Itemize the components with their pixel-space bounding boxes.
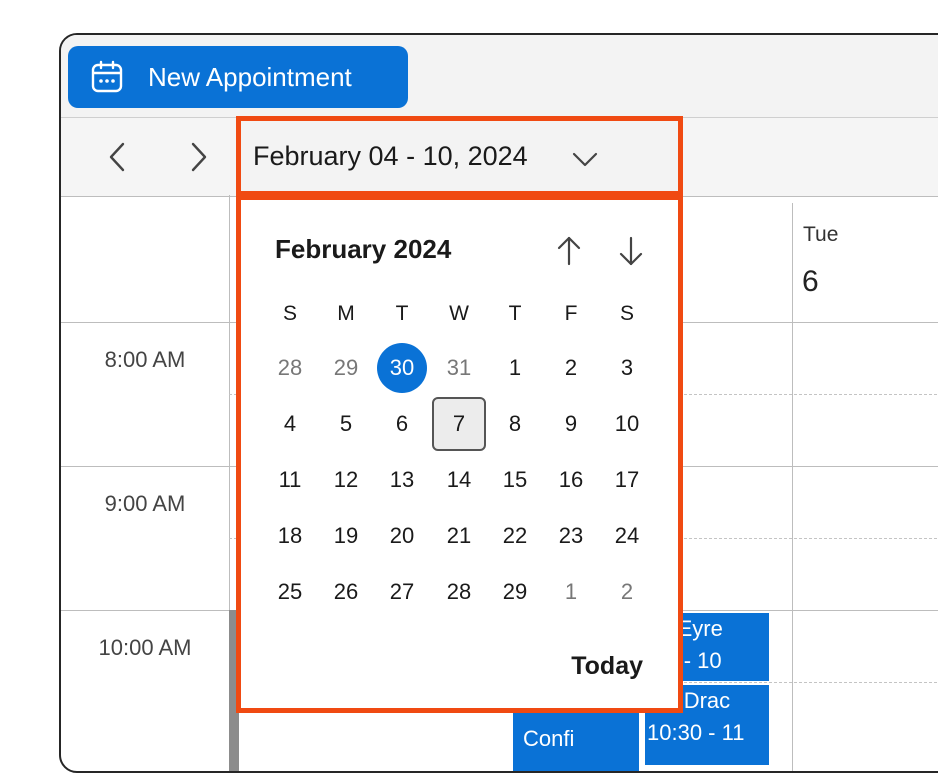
appointment-title: Confi <box>523 726 575 751</box>
calendar-icon <box>91 60 123 93</box>
calendar-day[interactable]: 29 <box>321 343 371 393</box>
calendar-day[interactable]: 19 <box>321 511 371 561</box>
scheduler-toolbar: New Appointment <box>61 35 938 117</box>
calendar-day[interactable]: 1 <box>490 343 540 393</box>
chevron-down-icon <box>572 152 598 167</box>
new-appointment-label: New Appointment <box>148 62 352 92</box>
calendar-day[interactable]: 12 <box>321 455 371 505</box>
calendar-day[interactable]: 24 <box>602 511 652 561</box>
calendar-day[interactable]: 13 <box>377 455 427 505</box>
weekday-label: S <box>282 302 297 325</box>
calendar-day[interactable]: 1 <box>546 567 596 617</box>
calendar-day-focused[interactable]: 7 <box>432 397 486 451</box>
calendar-day[interactable]: 25 <box>265 567 315 617</box>
appointment-time: 10:30 - 11 <box>647 720 745 745</box>
calendar-day[interactable]: 17 <box>602 455 652 505</box>
date-range-picker[interactable]: February 04 - 10, 2024 <box>236 116 683 196</box>
new-appointment-button[interactable]: New Appointment <box>68 46 408 108</box>
weekday-label: S <box>619 302 634 325</box>
calendar-day[interactable]: 31 <box>434 343 484 393</box>
day-header-number: 6 <box>802 265 819 298</box>
weekday-label: F <box>564 302 578 325</box>
calendar-day[interactable]: 6 <box>377 399 427 449</box>
calendar-month-title[interactable]: February 2024 <box>275 234 451 265</box>
appointment-card[interactable]: Confi <box>513 713 641 771</box>
calendar-day[interactable]: 26 <box>321 567 371 617</box>
time-slot-label: 9:00 AM <box>104 491 186 516</box>
weekday-label: T <box>508 302 522 325</box>
calendar-day[interactable]: 14 <box>434 455 484 505</box>
today-button[interactable]: Today <box>571 652 643 681</box>
chevron-left-icon[interactable] <box>103 138 133 176</box>
calendar-day[interactable]: 28 <box>265 343 315 393</box>
calendar-day[interactable]: 8 <box>490 399 540 449</box>
weekday-label: T <box>395 302 409 325</box>
calendar-day[interactable]: 4 <box>265 399 315 449</box>
day-column-divider <box>792 203 793 771</box>
date-range-label: February 04 - 10, 2024 <box>253 141 528 171</box>
weekday-label: W <box>449 302 469 325</box>
calendar-day[interactable]: 10 <box>602 399 652 449</box>
calendar-day[interactable]: 23 <box>546 511 596 561</box>
arrow-up-icon[interactable] <box>554 234 584 268</box>
calendar-day[interactable]: 28 <box>434 567 484 617</box>
calendar-day[interactable]: 2 <box>602 567 652 617</box>
calendar-day[interactable]: 15 <box>490 455 540 505</box>
calendar-day[interactable]: 2 <box>546 343 596 393</box>
calendar-day[interactable]: 22 <box>490 511 540 561</box>
weekday-label: M <box>337 302 355 325</box>
calendar-day[interactable]: 5 <box>321 399 371 449</box>
calendar-day[interactable]: 9 <box>546 399 596 449</box>
day-header-name: Tue <box>803 223 839 246</box>
calendar-day[interactable]: 21 <box>434 511 484 561</box>
calendar-day[interactable]: 29 <box>490 567 540 617</box>
calendar-day[interactable]: 11 <box>265 455 315 505</box>
calendar-day[interactable]: 20 <box>377 511 427 561</box>
time-slot-label: 10:00 AM <box>98 635 192 660</box>
calendar-popup: February 2024 S M T W T F S 28 29 30 31 1 2 3 4… <box>236 195 683 713</box>
calendar-day[interactable]: 16 <box>546 455 596 505</box>
calendar-day[interactable]: 27 <box>377 567 427 617</box>
chevron-right-icon[interactable] <box>183 138 213 176</box>
time-slot-label: 8:00 AM <box>104 347 186 372</box>
arrow-down-icon[interactable] <box>616 234 646 268</box>
calendar-day[interactable]: 3 <box>602 343 652 393</box>
calendar-day[interactable]: 18 <box>265 511 315 561</box>
calendar-day-selected[interactable]: 30 <box>377 343 427 393</box>
